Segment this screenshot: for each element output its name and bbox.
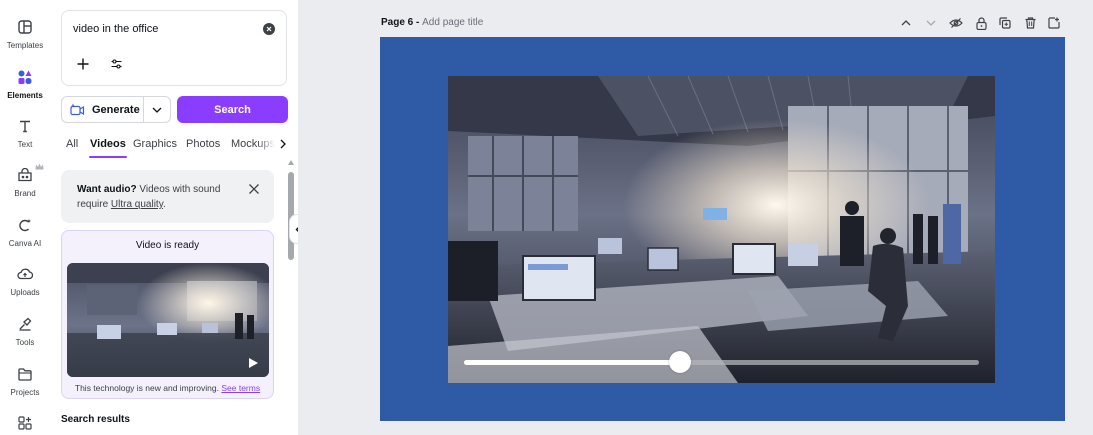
- plus-icon: [77, 58, 89, 70]
- crown-icon: [35, 163, 44, 170]
- play-icon[interactable]: [248, 357, 259, 369]
- tab-videos[interactable]: Videos: [90, 138, 126, 150]
- rail-label: Tools: [15, 338, 35, 347]
- tools-icon: [14, 313, 36, 335]
- tab-all[interactable]: All: [66, 138, 78, 150]
- rail-item-tools[interactable]: Tools: [0, 309, 50, 355]
- add-page-icon: [1048, 17, 1060, 29]
- chevron-down-icon: [152, 107, 162, 113]
- close-icon[interactable]: [248, 183, 260, 195]
- video-sparkle-icon: [70, 103, 85, 116]
- lock-page-button[interactable]: [973, 15, 989, 31]
- rail-label: Projects: [10, 388, 40, 397]
- brand-icon: [14, 164, 36, 186]
- canva-ai-icon: [14, 214, 36, 236]
- templates-icon: [14, 16, 36, 38]
- chevron-up-icon: [901, 20, 911, 26]
- generate-label: Generate: [92, 103, 140, 116]
- search-box[interactable]: video in the office: [61, 10, 287, 86]
- left-rail: Templates Elements Text Brand Canva AI U…: [0, 0, 50, 435]
- tab-graphics[interactable]: Graphics: [133, 138, 177, 150]
- eye-off-icon: [949, 18, 963, 28]
- audio-notice-heading: Want audio?: [77, 184, 137, 195]
- apps-icon: [14, 412, 36, 434]
- search-button[interactable]: Search: [177, 96, 288, 123]
- generate-button[interactable]: Generate: [62, 97, 144, 122]
- video-ready-card: Video is ready This technology is new an…: [61, 230, 274, 399]
- office-video-element[interactable]: [448, 76, 995, 383]
- active-tab-indicator: [89, 156, 127, 158]
- delete-page-button[interactable]: [1022, 15, 1038, 31]
- rail-item-apps[interactable]: [0, 408, 50, 435]
- office-video-thumbnail-image: [67, 263, 269, 377]
- office-video-frame: [448, 76, 995, 383]
- video-ready-title: Video is ready: [135, 240, 200, 251]
- hide-page-button[interactable]: [948, 15, 964, 31]
- add-button[interactable]: [74, 55, 92, 73]
- video-progress-bar[interactable]: [464, 351, 979, 373]
- filter-sliders-icon: [111, 59, 121, 69]
- duplicate-page-button[interactable]: [997, 15, 1013, 31]
- rail-label: Templates: [6, 41, 44, 50]
- filter-button[interactable]: [108, 57, 124, 71]
- page-header: Page 6 - Add page title: [381, 17, 483, 28]
- lock-icon: [975, 16, 987, 30]
- page-title-input[interactable]: Add page title: [422, 17, 483, 28]
- rail-label: Text: [17, 140, 33, 149]
- chevron-right-icon[interactable]: [280, 139, 286, 149]
- generate-split-button: Generate: [61, 96, 171, 123]
- generate-options-button[interactable]: [144, 107, 170, 113]
- content-tabs: All Videos Graphics Photos Mockups: [61, 132, 287, 158]
- rail-label: Elements: [7, 91, 43, 100]
- trash-icon: [1025, 17, 1035, 29]
- rail-item-projects[interactable]: Projects: [0, 359, 50, 405]
- uploads-icon: [14, 263, 36, 285]
- clear-search-button[interactable]: [263, 23, 275, 35]
- design-page[interactable]: [380, 37, 1065, 421]
- canvas-stage: Page 6 - Add page title: [298, 0, 1093, 435]
- add-page-button[interactable]: [1046, 15, 1062, 31]
- rail-item-canva-ai[interactable]: Canva AI: [0, 210, 50, 256]
- want-audio-notice: Want audio? Videos with sound require Ul…: [61, 170, 274, 223]
- text-icon: [14, 115, 36, 137]
- generated-video-thumbnail[interactable]: [67, 263, 269, 377]
- elements-icon: [14, 66, 36, 88]
- search-input[interactable]: video in the office: [73, 23, 158, 35]
- elements-panel: video in the office Generate Search All …: [50, 0, 298, 435]
- duplicate-icon: [999, 17, 1011, 29]
- panel-scrollbar[interactable]: [288, 160, 294, 260]
- ai-disclaimer: This technology is new and improving. Se…: [62, 383, 273, 393]
- ai-disclaimer-text: This technology is new and improving.: [74, 383, 222, 393]
- rail-label: Brand: [14, 189, 36, 198]
- scroll-up-arrow[interactable]: [288, 160, 294, 165]
- rail-item-uploads[interactable]: Uploads: [0, 259, 50, 305]
- move-page-down-button[interactable]: [923, 15, 939, 31]
- audio-notice-end: .: [162, 199, 166, 210]
- page-number-label: Page 6 -: [381, 17, 423, 28]
- search-results-heading: Search results: [61, 414, 130, 425]
- close-icon: [266, 26, 272, 32]
- rail-item-text[interactable]: Text: [0, 111, 50, 157]
- rail-label: Uploads: [10, 288, 40, 297]
- rail-label: Canva AI: [8, 239, 42, 248]
- see-terms-link[interactable]: See terms: [221, 383, 260, 393]
- rail-item-templates[interactable]: Templates: [0, 12, 50, 58]
- chevron-down-icon: [926, 20, 936, 26]
- video-progress-fill: [464, 360, 681, 365]
- ultra-quality-link[interactable]: Ultra quality: [111, 199, 163, 210]
- move-page-up-button[interactable]: [898, 15, 914, 31]
- audio-notice-text: Want audio? Videos with sound require Ul…: [77, 182, 247, 212]
- folder-icon: [14, 363, 36, 385]
- tab-photos[interactable]: Photos: [186, 138, 220, 150]
- rail-item-elements[interactable]: Elements: [0, 62, 50, 108]
- rail-item-brand[interactable]: Brand: [0, 160, 50, 206]
